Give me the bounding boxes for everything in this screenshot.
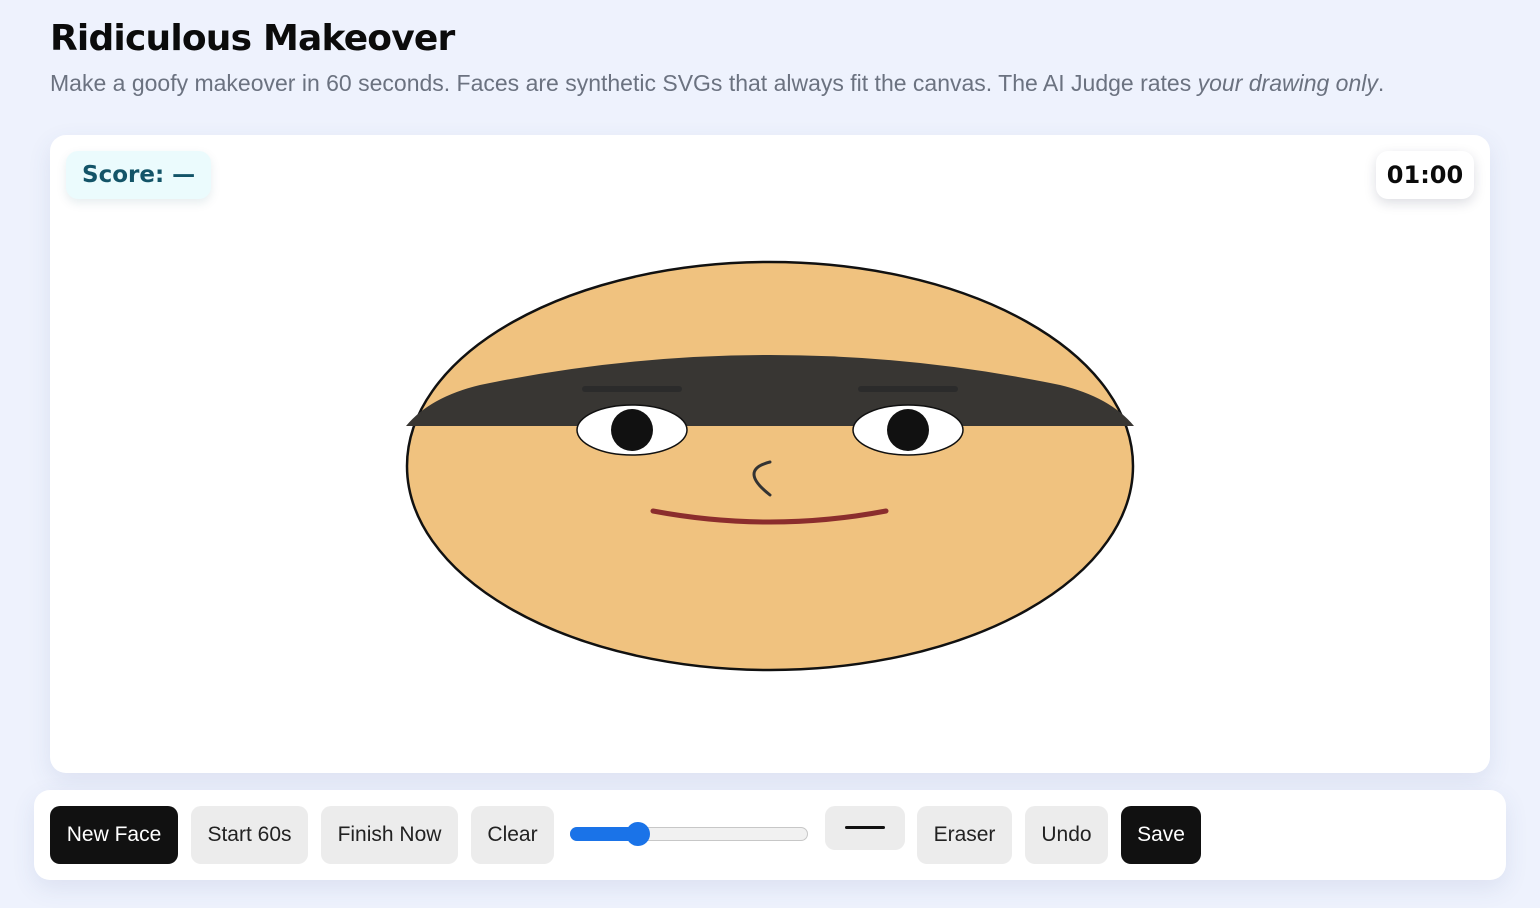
subtitle-end: . — [1377, 70, 1385, 96]
slider-thumb[interactable] — [626, 822, 650, 846]
undo-button[interactable]: Undo — [1025, 806, 1108, 864]
eraser-button[interactable]: Eraser — [917, 806, 1012, 864]
new-face-button[interactable]: New Face — [50, 806, 178, 864]
color-swatch — [845, 826, 885, 829]
score-value: — — [172, 162, 196, 188]
face-skin — [405, 260, 1135, 672]
left-pupil — [611, 409, 653, 451]
right-pupil — [887, 409, 929, 451]
drawing-canvas[interactable]: Score: — 01:00 — [50, 135, 1490, 773]
face-svg — [405, 260, 1135, 672]
clear-button[interactable]: Clear — [471, 806, 554, 864]
subtitle-text: Make a goofy makeover in 60 seconds. Fac… — [50, 70, 1198, 96]
page-subtitle: Make a goofy makeover in 60 seconds. Fac… — [50, 70, 1384, 97]
brush-size-slider[interactable] — [570, 820, 810, 850]
left-eyebrow — [582, 386, 682, 392]
score-label: Score: — [82, 162, 165, 188]
save-button[interactable]: Save — [1121, 806, 1201, 864]
brush-color-picker[interactable] — [825, 806, 905, 850]
subtitle-emphasis: your drawing only — [1197, 70, 1378, 96]
right-eyebrow — [858, 386, 958, 392]
toolbar: New Face Start 60s Finish Now Clear Eras… — [34, 790, 1506, 880]
score-badge: Score: — — [66, 151, 212, 199]
finish-now-button[interactable]: Finish Now — [321, 806, 458, 864]
page-title: Ridiculous Makeover — [50, 18, 455, 59]
start-timer-button[interactable]: Start 60s — [191, 806, 308, 864]
timer-display: 01:00 — [1376, 151, 1474, 199]
page: Ridiculous Makeover Make a goofy makeove… — [0, 0, 1540, 908]
